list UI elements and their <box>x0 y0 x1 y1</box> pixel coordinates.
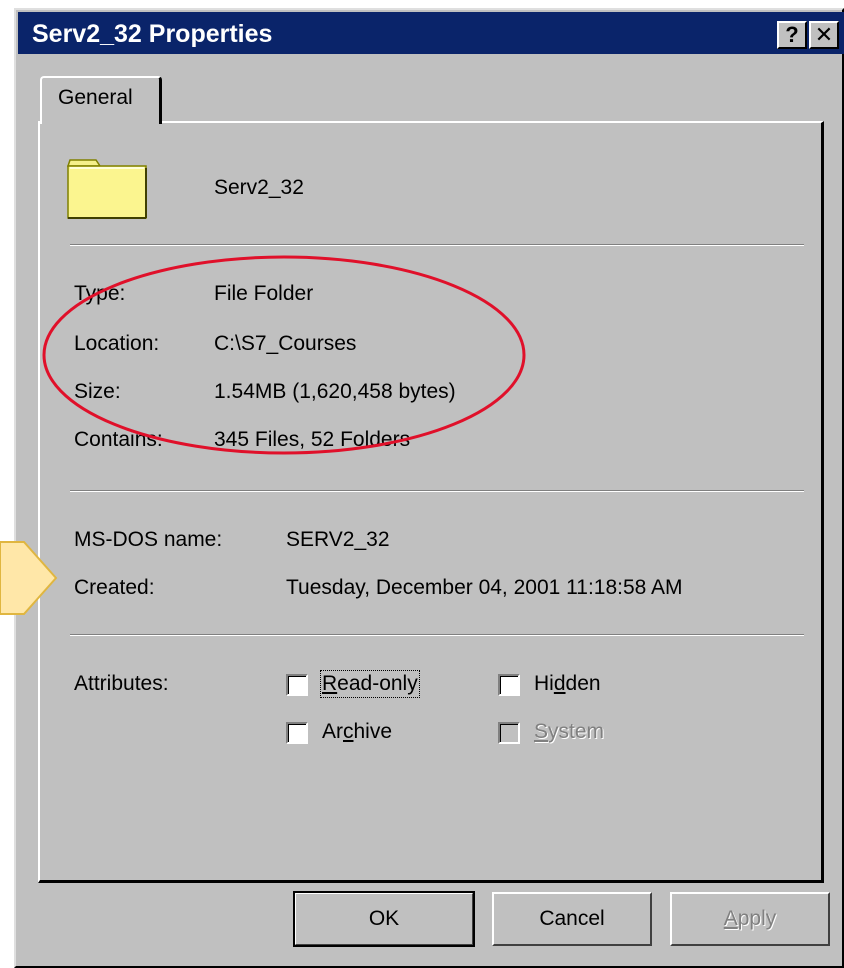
separator <box>70 490 804 492</box>
separator <box>70 634 804 636</box>
ok-button[interactable]: OK <box>293 891 475 947</box>
apply-button[interactable]: Apply <box>670 892 830 946</box>
hidden-checkbox[interactable] <box>498 674 520 696</box>
general-panel <box>38 121 824 883</box>
hidden-label[interactable]: Hidden <box>534 672 601 696</box>
system-checkbox[interactable] <box>498 722 520 744</box>
readonly-label[interactable]: Read-only <box>320 670 420 698</box>
highlight-ellipse <box>42 255 526 455</box>
msdos-name-value: SERV2_32 <box>286 528 390 551</box>
folder-icon <box>66 159 147 219</box>
tab-general-label: General <box>58 86 133 109</box>
cancel-button[interactable]: Cancel <box>492 892 652 946</box>
msdos-name-label: MS-DOS name: <box>74 528 223 551</box>
attributes-label: Attributes: <box>74 672 169 695</box>
separator <box>70 244 804 246</box>
created-value: Tuesday, December 04, 2001 11:18:58 AM <box>286 576 683 599</box>
system-label[interactable]: System <box>534 720 604 744</box>
archive-label[interactable]: Archive <box>322 720 392 744</box>
close-button[interactable]: ✕ <box>809 21 839 49</box>
folder-name: Serv2_32 <box>214 176 304 199</box>
callout-arrow <box>0 541 58 615</box>
help-button[interactable]: ? <box>777 21 807 49</box>
created-label: Created: <box>74 576 155 599</box>
archive-checkbox[interactable] <box>286 722 308 744</box>
window-title: Serv2_32 Properties <box>32 20 273 48</box>
readonly-checkbox[interactable] <box>286 674 308 696</box>
